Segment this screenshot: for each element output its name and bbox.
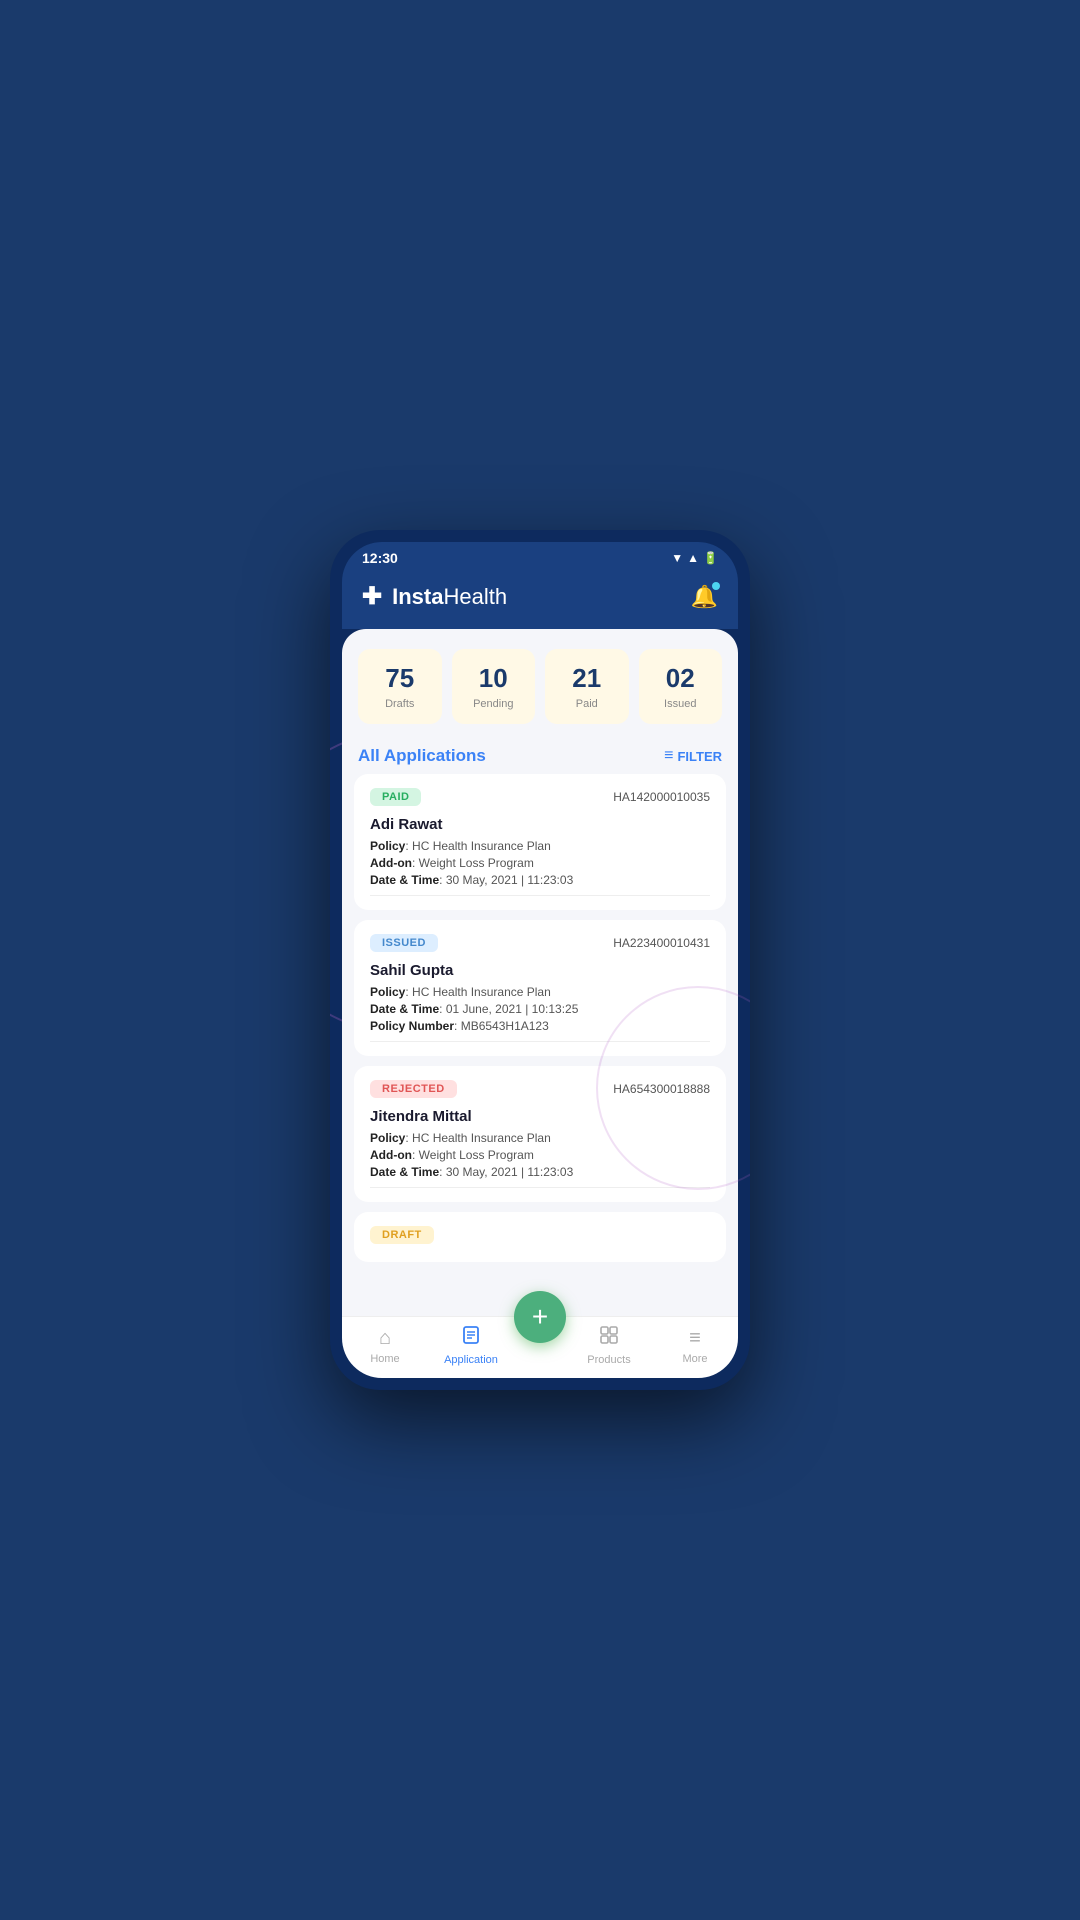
section-title: All Applications — [358, 746, 486, 766]
card-policy-2: Policy: HC Health Insurance Plan — [370, 1131, 710, 1145]
policy-label-2: Policy — [370, 1131, 405, 1145]
filter-button[interactable]: ≡ FILTER — [664, 747, 722, 765]
policynumber-label-1: Policy Number — [370, 1019, 454, 1033]
card-ref-1: HA223400010431 — [613, 936, 710, 950]
stat-label-drafts: Drafts — [366, 698, 434, 710]
policy-value-1: HC Health Insurance Plan — [412, 985, 551, 999]
nav-home-label: Home — [370, 1353, 399, 1365]
card-divider-1 — [370, 1041, 710, 1042]
card-policy-0: Policy: HC Health Insurance Plan — [370, 839, 710, 853]
card-datetime-1: Date & Time: 01 June, 2021 | 10:13:25 — [370, 1002, 710, 1016]
card-top-2: REJECTED HA654300018888 — [370, 1080, 710, 1098]
card-ref-0: HA142000010035 — [613, 790, 710, 804]
filter-label: FILTER — [677, 749, 722, 764]
app-card-3[interactable]: DRAFT — [354, 1212, 726, 1262]
datetime-label-2: Date & Time — [370, 1165, 439, 1179]
logo-bold: Insta — [392, 584, 443, 609]
stat-pending[interactable]: 10 Pending — [452, 649, 536, 724]
policynumber-value-1: MB6543H1A123 — [461, 1019, 549, 1033]
phone-frame: 12:30 ▼ ▲ 🔋 ✚ InstaHealth 🔔 — [330, 530, 750, 1390]
card-name-0: Adi Rawat — [370, 816, 710, 833]
card-divider-0 — [370, 895, 710, 896]
stat-label-issued: Issued — [647, 698, 715, 710]
application-icon — [461, 1325, 481, 1351]
logo-text: InstaHealth — [392, 584, 507, 610]
card-addon-0: Add-on: Weight Loss Program — [370, 856, 710, 870]
stat-number-pending: 10 — [460, 663, 528, 694]
section-header: All Applications ≡ FILTER — [342, 734, 738, 774]
battery-icon: 🔋 — [703, 551, 718, 565]
stat-drafts[interactable]: 75 Drafts — [358, 649, 442, 724]
addon-label-2: Add-on — [370, 1148, 412, 1162]
card-policynumber-1: Policy Number: MB6543H1A123 — [370, 1019, 710, 1033]
nav-products[interactable]: Products — [566, 1325, 652, 1366]
stat-issued[interactable]: 02 Issued — [639, 649, 723, 724]
products-icon — [599, 1325, 619, 1351]
nav-home[interactable]: ⌂ Home — [342, 1327, 428, 1365]
status-time: 12:30 — [362, 550, 398, 566]
signal-icon: ▲ — [687, 551, 699, 565]
stat-number-issued: 02 — [647, 663, 715, 694]
addon-value-0: Weight Loss Program — [419, 856, 534, 870]
home-icon: ⌂ — [379, 1327, 391, 1350]
card-datetime-0: Date & Time: 30 May, 2021 | 11:23:03 — [370, 873, 710, 887]
notification-bell[interactable]: 🔔 — [691, 584, 718, 610]
app-header: ✚ InstaHealth 🔔 — [342, 572, 738, 629]
app-card-0[interactable]: PAID HA142000010035 Adi Rawat Policy: HC… — [354, 774, 726, 910]
addon-value-2: Weight Loss Program — [419, 1148, 534, 1162]
card-datetime-2: Date & Time: 30 May, 2021 | 11:23:03 — [370, 1165, 710, 1179]
datetime-value-1: 01 June, 2021 | 10:13:25 — [446, 1002, 579, 1016]
nav-products-label: Products — [587, 1354, 630, 1366]
card-top-3: DRAFT — [370, 1226, 710, 1244]
logo-light: Health — [443, 584, 507, 609]
wifi-icon: ▼ — [671, 551, 683, 565]
stat-label-pending: Pending — [460, 698, 528, 710]
status-bar: 12:30 ▼ ▲ 🔋 — [342, 542, 738, 572]
stat-number-paid: 21 — [553, 663, 621, 694]
policy-label-0: Policy — [370, 839, 405, 853]
main-content: 75 Drafts 10 Pending 21 Paid 02 Issued — [342, 629, 738, 1316]
badge-issued-1: ISSUED — [370, 934, 438, 952]
card-top-0: PAID HA142000010035 — [370, 788, 710, 806]
policy-label-1: Policy — [370, 985, 405, 999]
card-ref-2: HA654300018888 — [613, 1082, 710, 1096]
badge-draft-3: DRAFT — [370, 1226, 434, 1244]
app-card-2[interactable]: REJECTED HA654300018888 Jitendra Mittal … — [354, 1066, 726, 1202]
badge-paid-0: PAID — [370, 788, 421, 806]
policy-value-0: HC Health Insurance Plan — [412, 839, 551, 853]
card-name-1: Sahil Gupta — [370, 962, 710, 979]
logo-cross-icon: ✚ — [362, 582, 382, 611]
nav-more[interactable]: ≡ More — [652, 1327, 738, 1365]
applications-list: PAID HA142000010035 Adi Rawat Policy: HC… — [342, 774, 738, 1316]
app-logo: ✚ InstaHealth — [362, 582, 507, 611]
nav-application-label: Application — [444, 1354, 498, 1366]
policy-value-2: HC Health Insurance Plan — [412, 1131, 551, 1145]
bottom-nav: + ⌂ Home Application — [342, 1316, 738, 1378]
datetime-label-1: Date & Time — [370, 1002, 439, 1016]
filter-icon: ≡ — [664, 747, 673, 765]
phone-screen: 12:30 ▼ ▲ 🔋 ✚ InstaHealth 🔔 — [342, 542, 738, 1378]
card-name-2: Jitendra Mittal — [370, 1108, 710, 1125]
status-icons: ▼ ▲ 🔋 — [671, 551, 718, 565]
datetime-value-0: 30 May, 2021 | 11:23:03 — [446, 873, 573, 887]
card-top-1: ISSUED HA223400010431 — [370, 934, 710, 952]
fab-add-button[interactable]: + — [514, 1291, 566, 1343]
card-addon-2: Add-on: Weight Loss Program — [370, 1148, 710, 1162]
stat-number-drafts: 75 — [366, 663, 434, 694]
card-divider-2 — [370, 1187, 710, 1188]
more-icon: ≡ — [689, 1327, 701, 1350]
nav-application[interactable]: Application — [428, 1325, 514, 1366]
addon-label-0: Add-on — [370, 856, 412, 870]
datetime-value-2: 30 May, 2021 | 11:23:03 — [446, 1165, 573, 1179]
app-card-1[interactable]: ISSUED HA223400010431 Sahil Gupta Policy… — [354, 920, 726, 1056]
stat-paid[interactable]: 21 Paid — [545, 649, 629, 724]
nav-more-label: More — [682, 1353, 707, 1365]
datetime-label-0: Date & Time — [370, 873, 439, 887]
badge-rejected-2: REJECTED — [370, 1080, 457, 1098]
stat-label-paid: Paid — [553, 698, 621, 710]
stats-row: 75 Drafts 10 Pending 21 Paid 02 Issued — [342, 629, 738, 734]
notification-dot — [712, 582, 720, 590]
card-policy-1: Policy: HC Health Insurance Plan — [370, 985, 710, 999]
